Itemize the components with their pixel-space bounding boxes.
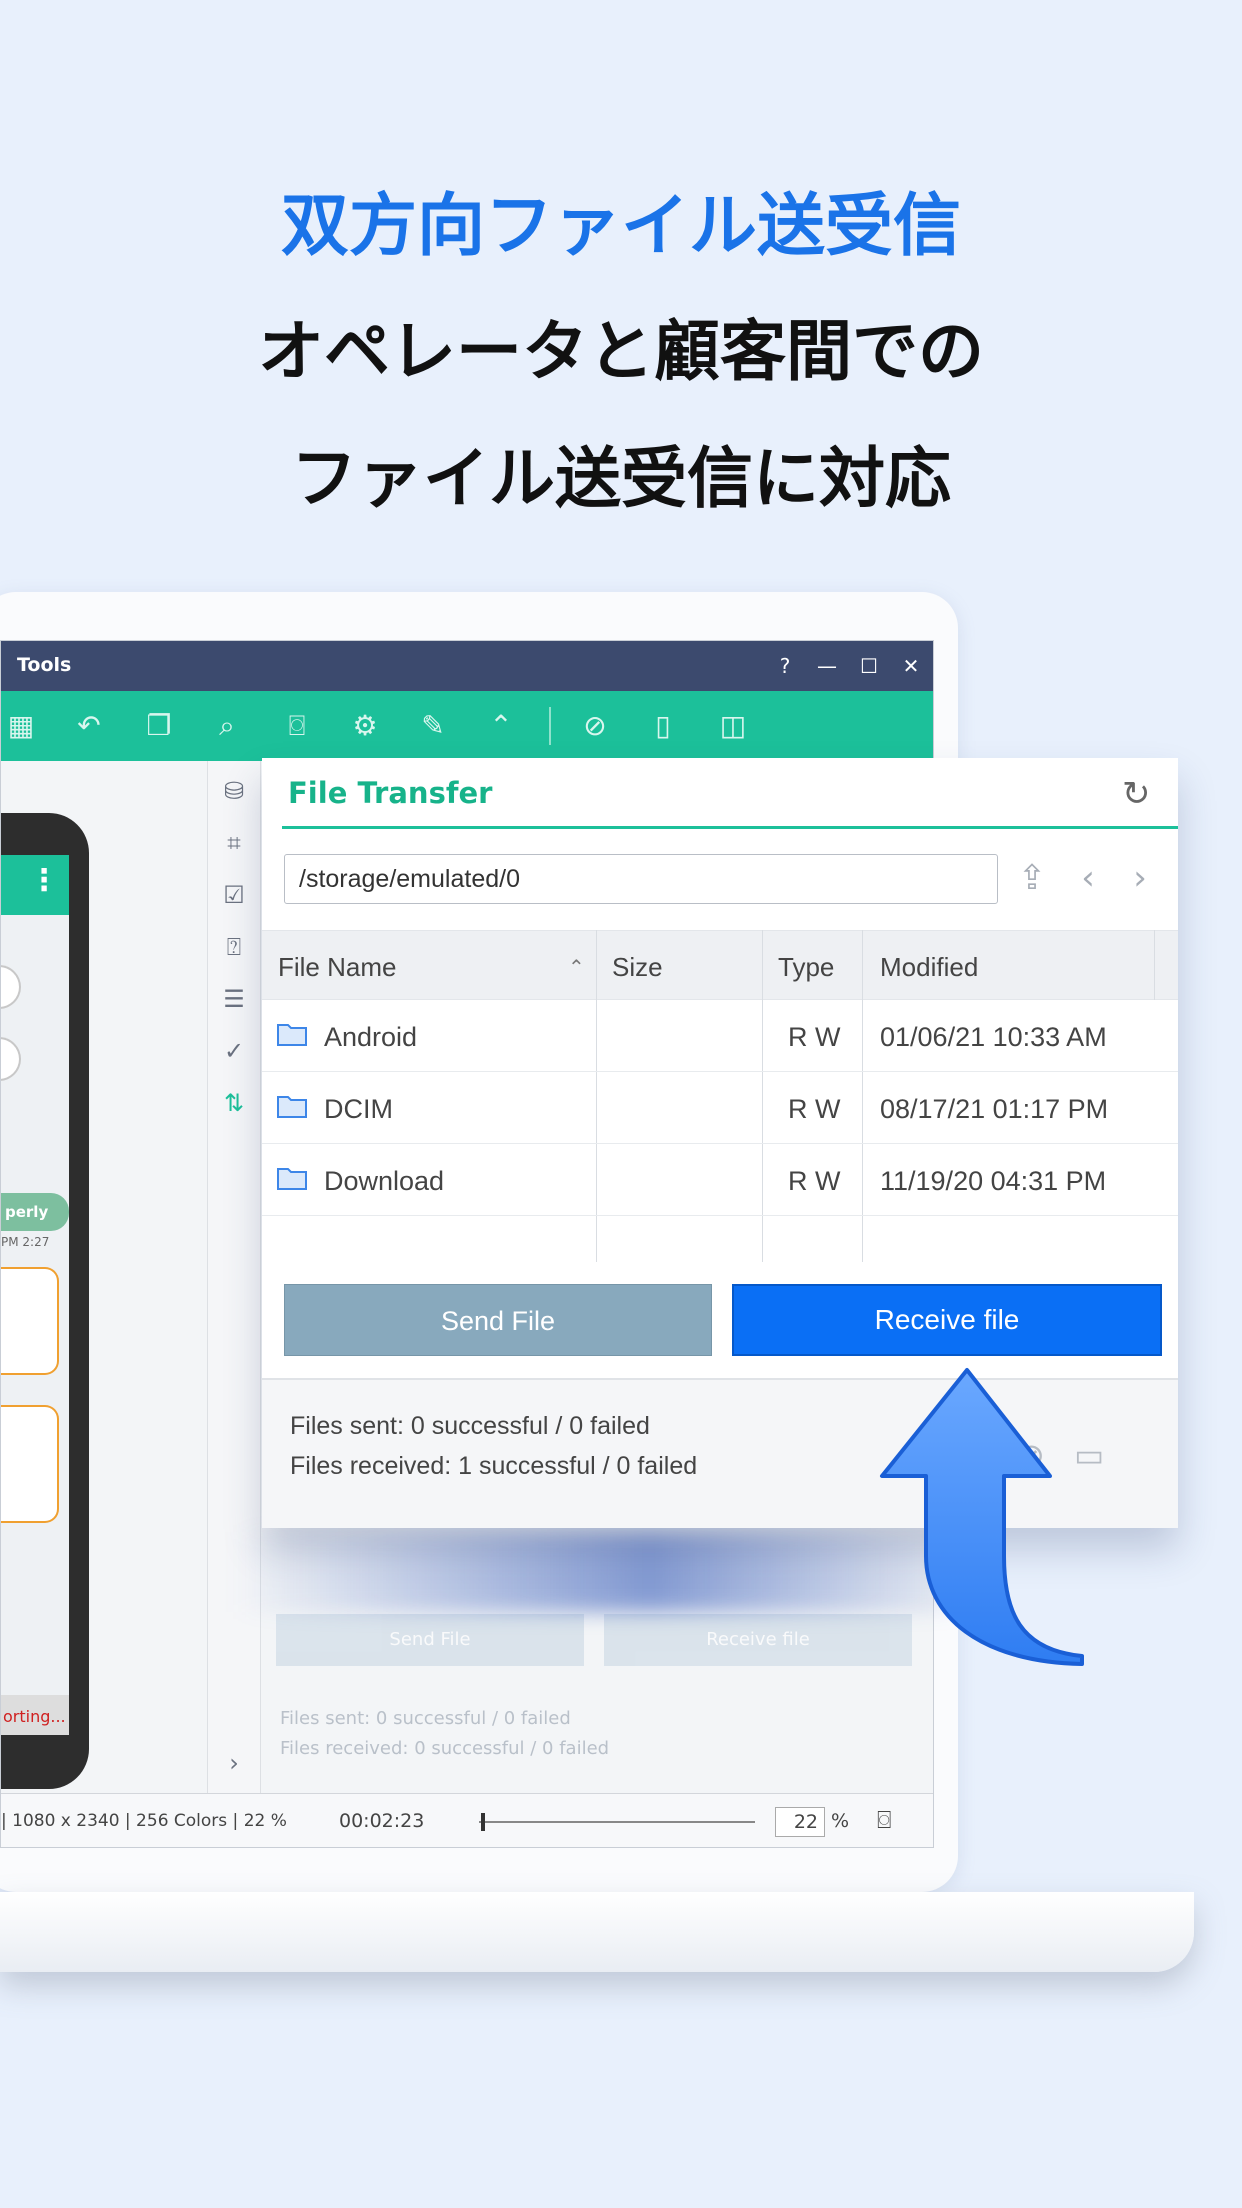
headline-feature: 双方向ファイル送受信 (280, 187, 961, 266)
background-receive-button: Receive file (604, 1614, 912, 1666)
file-modified: 01/06/21 10:33 AM (880, 1022, 1107, 1052)
storage-icon[interactable]: ⛁ (218, 775, 250, 807)
device-app-header: ⋮ (1, 855, 69, 915)
column-modified[interactable]: Modified (880, 952, 978, 983)
device-search-icon[interactable]: ⍰ (218, 931, 250, 963)
background-files-received: Files received: 0 successful / 0 failed (280, 1738, 610, 1759)
gear-icon[interactable]: ⚙ (345, 706, 385, 746)
device-status-text: orting... (3, 1707, 66, 1726)
report-icon[interactable]: ✓ (218, 1035, 250, 1067)
files-sent-status: Files sent: 0 successful / 0 failed (290, 1412, 650, 1440)
file-type: R W (788, 1094, 841, 1124)
search-icon[interactable]: ⌕ (207, 706, 247, 746)
chevron-right-icon[interactable]: › (218, 1747, 250, 1779)
file-name: DCIM (324, 1094, 393, 1124)
table-row[interactable]: DCIM R W 08/17/21 01:17 PM (262, 1072, 1178, 1144)
close-button[interactable]: ✕ (899, 651, 923, 681)
column-file-name[interactable]: File Name (278, 952, 396, 983)
elapsed-time: 00:02:23 (339, 1810, 425, 1832)
device-phone: ⋮ perly PM 2:27 orting... (1, 813, 89, 1789)
window-title: Tools (17, 654, 72, 676)
log-icon[interactable]: ☰ (218, 983, 250, 1015)
file-modified: 11/19/20 04:31 PM (880, 1166, 1107, 1196)
title-underline (282, 826, 1178, 829)
column-size[interactable]: Size (612, 952, 663, 983)
device-chat-card (1, 1267, 59, 1375)
zoom-slider-track[interactable] (479, 1821, 755, 1823)
headline-line-3: ファイル送受信に対応 (291, 440, 951, 517)
titlebar: Tools ? — ☐ ✕ (1, 641, 933, 691)
laser-pointer-icon[interactable]: ⌃ (481, 706, 521, 746)
device-info-icon[interactable]: ◫ (713, 706, 753, 746)
windows-icon[interactable]: ❐ (139, 706, 179, 746)
column-type[interactable]: Type (778, 952, 834, 983)
zoom-unit: % (831, 1810, 850, 1832)
files-received-status: Files received: 1 successful / 0 failed (290, 1452, 698, 1480)
minimize-button[interactable]: — (815, 651, 839, 681)
headline-line-2: オペレータと顧客間での (258, 313, 984, 390)
table-row[interactable]: Android R W 01/06/21 10:33 AM (262, 1000, 1178, 1072)
file-name: Android (324, 1022, 418, 1052)
toolbar: ▦ ↶ ❐ ⌕ ⌼ ⚙ ✎ ⌃ ⊘ ▯ ◫ (1, 691, 933, 761)
sort-ascending-icon[interactable]: ⌃ (568, 955, 585, 980)
draw-off-icon[interactable]: ⊘ (575, 706, 615, 746)
panel-title: File Transfer (288, 776, 493, 810)
more-menu-icon[interactable]: ⋮ (29, 863, 59, 898)
file-type: R W (788, 1166, 841, 1196)
zoom-value[interactable]: 22 (775, 1807, 825, 1837)
column-divider (1154, 930, 1155, 1000)
toolbar-divider (549, 707, 551, 745)
chip-icon[interactable]: ⌗ (218, 827, 250, 859)
background-send-button: Send File (276, 1614, 584, 1666)
file-transfer-icon[interactable]: ⇅ (218, 1087, 250, 1119)
zoom-slider-handle[interactable] (481, 1813, 485, 1831)
status-bar: | 1080 x 2340 | 256 Colors | 22 % 00:02:… (1, 1793, 933, 1847)
file-modified: 08/17/21 01:17 PM (880, 1094, 1109, 1124)
resolution-info: | 1080 x 2340 | 256 Colors | 22 % (1, 1811, 287, 1831)
folder-icon (277, 1168, 307, 1190)
back-icon[interactable]: ‹ (1068, 858, 1108, 898)
receive-file-button[interactable]: Receive file (732, 1284, 1162, 1356)
device-bubble (1, 965, 21, 1009)
device-chat-card (1, 1405, 59, 1523)
device-screen[interactable]: ⋮ perly PM 2:27 orting... (1, 855, 69, 1735)
device-bubble (1, 1037, 21, 1081)
undo-icon[interactable]: ↶ (69, 706, 109, 746)
table-header: File Name ⌃ Size Type Modified (262, 930, 1178, 1000)
maximize-button[interactable]: ☐ (857, 651, 881, 681)
side-tool-rail: ⛁ ⌗ ☑ ⍰ ☰ ✓ ⇅ › (207, 761, 261, 1793)
refresh-icon[interactable]: ↻ (1122, 774, 1151, 814)
checkbox-icon[interactable]: ☑ (218, 879, 250, 911)
tablet-icon[interactable]: ▯ (643, 706, 683, 746)
grid-icon[interactable]: ▦ (1, 706, 41, 746)
laptop-base (0, 1892, 1194, 1972)
parent-folder-icon[interactable]: ⇪ (1012, 858, 1052, 898)
device-status: orting... (1, 1695, 69, 1735)
background-files-sent: Files sent: 0 successful / 0 failed (280, 1708, 571, 1729)
send-file-button[interactable]: Send File (284, 1284, 712, 1356)
device-chat-time: PM 2:27 (1, 1235, 50, 1249)
highlight-arrow-icon (880, 1368, 1084, 1666)
folder-icon (277, 1024, 307, 1046)
forward-icon[interactable]: › (1120, 858, 1160, 898)
file-name: Download (324, 1166, 445, 1196)
folder-icon (277, 1096, 307, 1118)
file-type: R W (788, 1022, 841, 1052)
pen-icon[interactable]: ✎ (413, 706, 453, 746)
camera-icon[interactable]: ⌼ (277, 706, 317, 746)
table-row[interactable]: Download R W 11/19/20 04:31 PM (262, 1144, 1178, 1216)
screenshot-icon[interactable]: ⌼ (877, 1806, 891, 1834)
help-button[interactable]: ? (773, 651, 797, 681)
path-input[interactable] (284, 854, 998, 904)
device-chat-message: perly (1, 1193, 69, 1231)
